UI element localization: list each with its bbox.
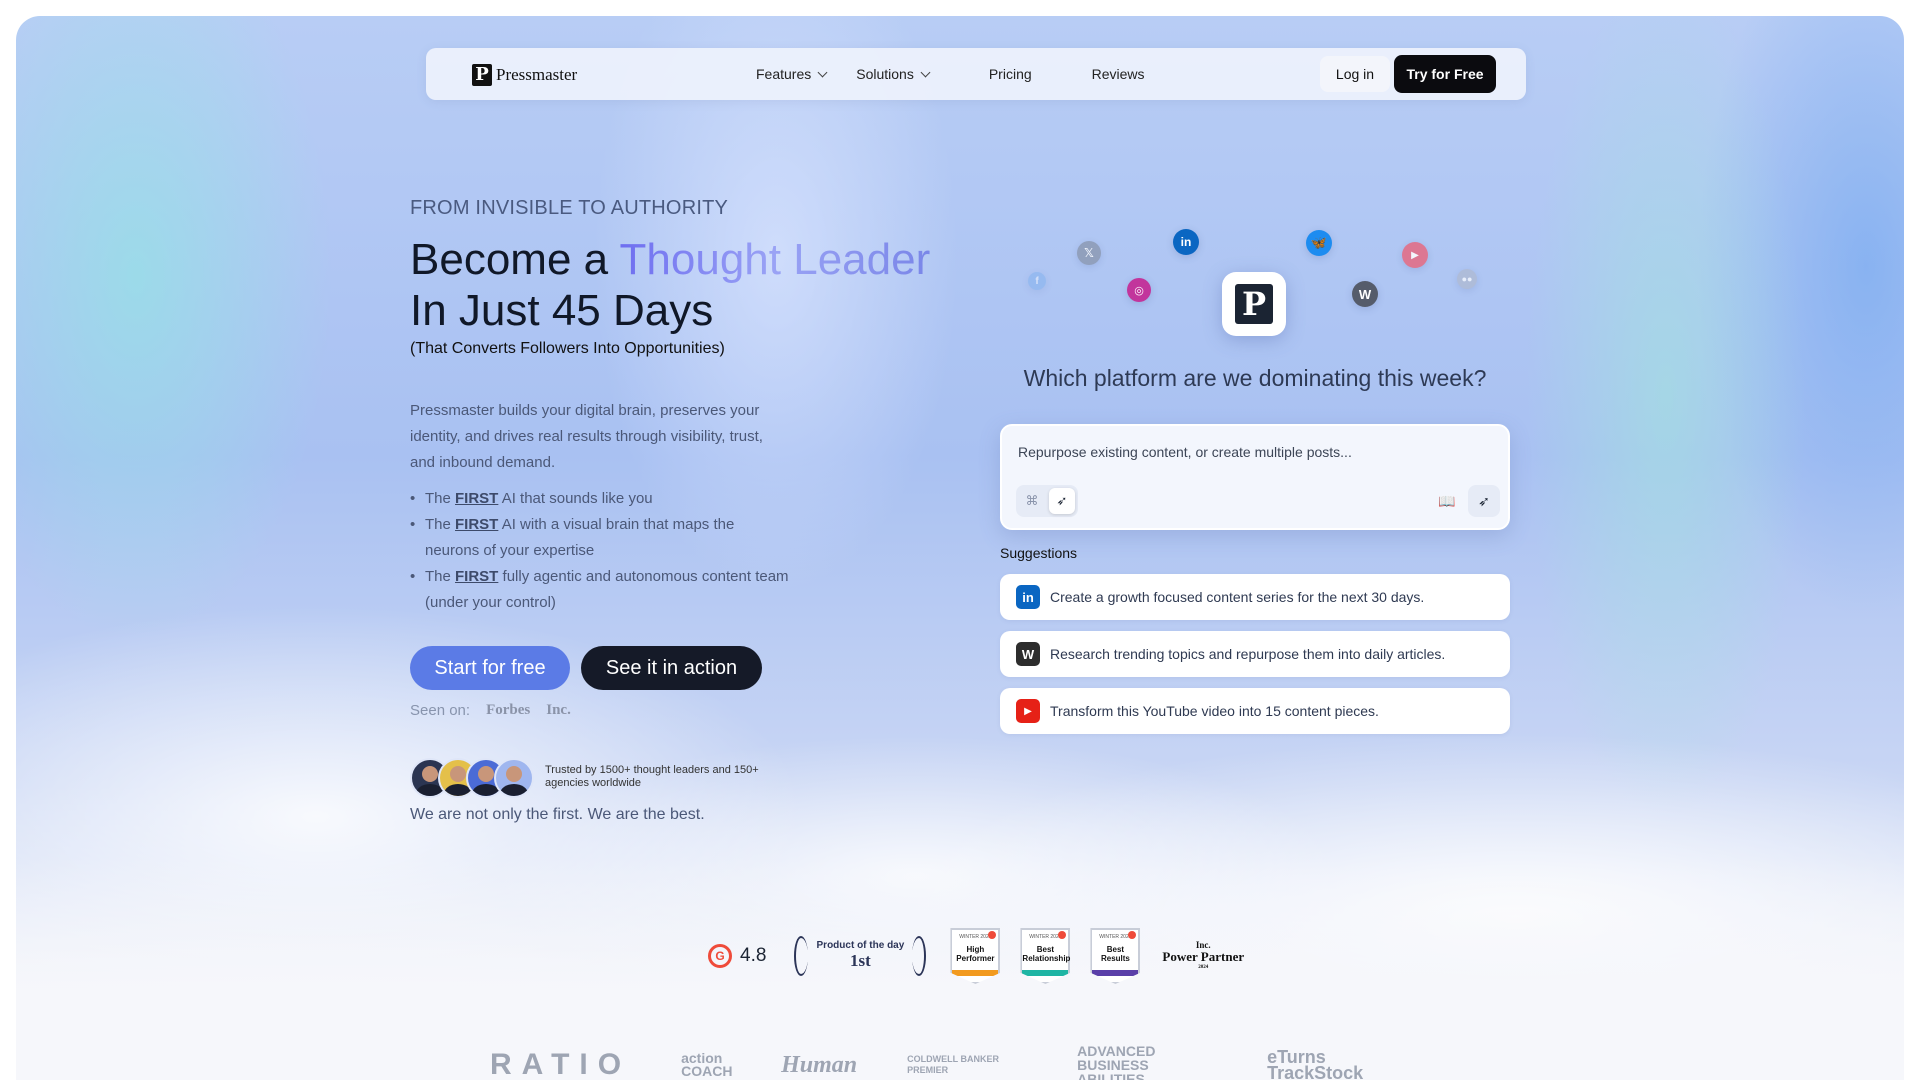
g2-logo-icon: G [708, 944, 732, 968]
facebook-icon: f [1028, 272, 1046, 290]
brand-name: Pressmaster [496, 65, 578, 84]
inc-power-partner-badge: Inc. Power Partner 2024 [1162, 940, 1244, 973]
trackstock-logo: eTurns TrackStock [1267, 1047, 1364, 1080]
book-icon[interactable]: 📖 [1434, 488, 1460, 514]
linkedin-icon: in [1173, 229, 1199, 255]
login-button[interactable]: Log in [1320, 56, 1390, 92]
human-logo: Human [781, 1051, 858, 1078]
nav-pricing-label: Pricing [988, 66, 1032, 82]
suggestions-label: Suggestions [1000, 545, 1078, 561]
avatar [494, 758, 534, 798]
customer-logos: RATIO action COACH Human COLDWELL BANKER… [490, 1044, 1447, 1080]
chevron-down-icon [817, 67, 828, 77]
brand-logo[interactable]: P Pressmaster [472, 64, 577, 86]
g2-rating: 4.8 [740, 945, 767, 966]
inc-title: Power Partner [1162, 948, 1245, 964]
forbes-logo: Forbes [486, 702, 531, 718]
coldwell-banker-logo: COLDWELL BANKER PREMIER [907, 1054, 999, 1075]
seen-on: Seen on: Forbes Inc. [410, 702, 571, 719]
bullet-item: The FIRST AI that sounds like you [410, 486, 790, 512]
hero-eyebrow: FROM INVISIBLE TO AUTHORITY [410, 197, 729, 219]
nav-solutions[interactable]: Solutions [856, 66, 931, 82]
composer-input[interactable]: Repurpose existing content, or create mu… [1018, 444, 1352, 460]
avatar-group [410, 758, 534, 798]
suggestion-item[interactable]: W Research trending topics and repurpose… [1000, 631, 1510, 677]
wordpress-icon: W [1016, 642, 1040, 666]
composer-box[interactable]: Repurpose existing content, or create mu… [1000, 424, 1510, 530]
x-icon: 𝕏 [1077, 241, 1101, 265]
bluesky-icon: 🦋 [1306, 230, 1332, 256]
nav-pricing[interactable]: Pricing [989, 66, 1032, 82]
hero-title: Become a Thought Leader In Just 45 Days [410, 234, 930, 336]
bullet-item: The FIRST AI with a visual brain that ma… [410, 512, 790, 564]
medium-icon: ●● [1457, 269, 1477, 289]
see-it-in-action-button[interactable]: See it in action [581, 646, 762, 690]
send-rocket-icon[interactable]: ➶ [1468, 485, 1500, 517]
nav-reviews-label: Reviews [1091, 66, 1145, 82]
brand-logo-mark: P [472, 64, 492, 86]
badge-title: Best Relationship [1022, 945, 1071, 963]
g2-best-results-badge: WINTER 2025 Best Results [1090, 928, 1141, 984]
top-nav: P Pressmaster Features Solutions Pricing… [426, 48, 1526, 100]
actioncoach-logo: action COACH [681, 1050, 733, 1079]
suggestion-text: Transform this YouTube video into 15 con… [1050, 703, 1379, 719]
hero-title-highlight: Thought Leader [619, 235, 931, 284]
nav-reviews[interactable]: Reviews [1092, 66, 1145, 82]
hero-title-line2: In Just 45 Days [410, 286, 714, 335]
youtube-icon: ▶ [1016, 699, 1040, 723]
page-background: P Pressmaster Features Solutions Pricing… [16, 16, 1904, 1080]
pod-rank: 1st [850, 951, 871, 970]
suggestion-text: Research trending topics and repurpose t… [1050, 646, 1446, 662]
product-of-the-day-badge: Product of the day 1st [790, 934, 930, 978]
g2-best-relationship-badge: WINTER 2025 Best Relationship [1020, 928, 1071, 984]
mode-toggle: ⌘ ➶ [1016, 485, 1078, 517]
suggestion-item[interactable]: in Create a growth focused content serie… [1000, 574, 1510, 620]
badge-band [1092, 970, 1139, 976]
pressmaster-center-logo: P [1222, 272, 1286, 336]
suggestion-item[interactable]: ▶ Transform this YouTube video into 15 c… [1000, 688, 1510, 734]
chevron-down-icon [920, 67, 931, 77]
hero-title-pre: Become a [410, 235, 620, 284]
badge-band [952, 970, 999, 976]
badge-title: Best Results [1100, 945, 1130, 963]
seen-on-label: Seen on: [410, 702, 471, 719]
inc-logo: Inc. [546, 702, 571, 718]
awards-row: G 4.8 Product of the day 1st WINTER 2025… [708, 928, 1244, 984]
network-icon[interactable]: ⌘ [1019, 488, 1045, 514]
nav-links: Features Solutions Pricing Reviews [756, 66, 1175, 82]
hero-subtitle: (That Converts Followers Into Opportunit… [410, 340, 725, 357]
pressmaster-mark: P [1235, 284, 1273, 324]
linkedin-icon: in [1016, 585, 1040, 609]
youtube-icon: ▶ [1402, 242, 1428, 268]
g2-high-performer-badge: WINTER 2025 High Performer [950, 928, 1001, 984]
try-for-free-button[interactable]: Try for Free [1394, 55, 1496, 93]
badge-band [1022, 970, 1069, 976]
pod-label: Product of the day [816, 940, 905, 951]
suggestion-text: Create a growth focused content series f… [1050, 589, 1425, 605]
rocket-icon[interactable]: ➶ [1049, 488, 1075, 514]
badge-title: High Performer [956, 945, 995, 963]
bullet-item: The FIRST fully agentic and autonomous c… [410, 564, 790, 616]
ratio-logo: RATIO [490, 1048, 632, 1080]
hero-description: Pressmaster builds your digital brain, p… [410, 402, 763, 471]
platform-question: Which platform are we dominating this we… [1023, 365, 1487, 391]
wordpress-icon: W [1352, 281, 1378, 307]
trusted-text: Trusted by 1500+ thought leaders and 150… [545, 764, 759, 789]
nav-solutions-label: Solutions [856, 66, 914, 82]
start-for-free-button[interactable]: Start for free [410, 646, 570, 690]
nav-features-label: Features [756, 66, 812, 82]
hero-bullets: The FIRST AI that sounds like you The FI… [410, 486, 790, 616]
instagram-icon: ◎ [1127, 278, 1151, 302]
tagline: We are not only the first. We are the be… [410, 806, 705, 823]
nav-features[interactable]: Features [756, 66, 828, 82]
advanced-logo: ADVANCED BUSINESS ABILITIES [1077, 1043, 1156, 1080]
